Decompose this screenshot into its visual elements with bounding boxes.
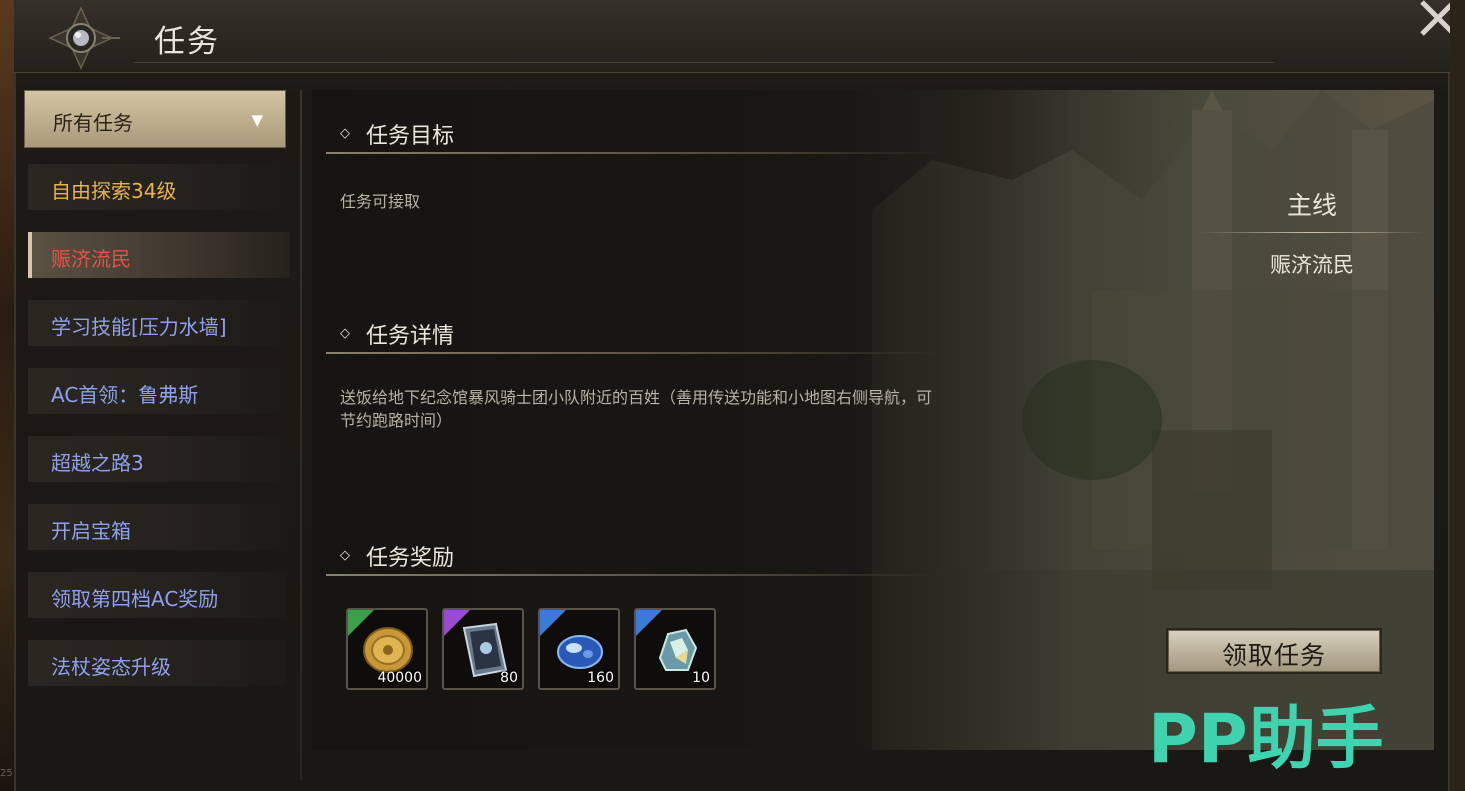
details-title: 任务详情 <box>366 324 455 349</box>
reward-quantity: 80 <box>500 670 518 686</box>
quest-item-label: 法杖姿态升级 <box>51 655 171 679</box>
quest-item-label: 自由探索34级 <box>51 179 177 203</box>
objective-title: 任务目标 <box>366 124 455 149</box>
quest-item-free-explore[interactable]: 自由探索34级 <box>28 164 286 210</box>
quest-item-label: AC首领：鲁弗斯 <box>51 383 199 407</box>
reward-quantity: 160 <box>587 670 614 686</box>
pp-assistant-watermark: PP助手 <box>1148 700 1384 774</box>
section-divider <box>326 352 946 354</box>
section-divider <box>326 574 946 576</box>
details-section-header: ◇ 任务详情 <box>326 314 946 354</box>
sidebar-divider <box>300 90 302 780</box>
accept-quest-button[interactable]: 领取任务 <box>1168 630 1380 672</box>
rewards-title: 任务奖励 <box>366 546 455 571</box>
reward-slot-gold[interactable]: 40000 <box>346 608 428 690</box>
window-title: 任务 <box>154 24 220 60</box>
right-edge-background <box>1450 0 1465 791</box>
quest-item-open-chest[interactable]: 开启宝箱 <box>28 504 286 550</box>
rewards-section-header: ◇ 任务奖励 <box>326 536 946 576</box>
header-divider <box>134 62 1274 63</box>
left-edge-background <box>0 0 14 791</box>
diamond-bullet-icon: ◇ <box>340 326 350 341</box>
quest-filter-label: 所有任务 <box>53 111 133 135</box>
details-text-line: 节约跑路时间） <box>340 411 453 430</box>
objective-text: 任务可接取 <box>340 192 421 211</box>
reward-slot-gem[interactable]: 160 <box>538 608 620 690</box>
questline-info: 主线 赈济流民 <box>1200 186 1424 279</box>
quest-item-label: 赈济流民 <box>51 247 131 271</box>
diamond-bullet-icon: ◇ <box>340 126 350 141</box>
quest-detail-panel: ◇ 任务目标 任务可接取 ◇ 任务详情 送饭给地下纪念馆暴风骑士团小队附近的百姓… <box>312 90 1434 750</box>
quest-item-label: 学习技能[压力水墙] <box>51 315 227 339</box>
reward-quantity: 10 <box>692 670 710 686</box>
quest-item-label: 超越之路3 <box>51 451 144 475</box>
reward-slot-scroll[interactable]: 80 <box>442 608 524 690</box>
quest-item-staff-upgrade[interactable]: 法杖姿态升级 <box>28 640 286 686</box>
quest-item-learn-skill[interactable]: 学习技能[压力水墙] <box>28 300 286 346</box>
questline-divider <box>1200 232 1424 233</box>
details-text: 送饭给地下纪念馆暴风骑士团小队附近的百姓（善用传送功能和小地图右侧导航，可 节约… <box>340 386 932 432</box>
questline-name: 赈济流民 <box>1270 253 1354 277</box>
quest-list-sidebar: 所有任务 ▼ 自由探索34级 赈济流民 学习技能[压力水墙] AC首领：鲁弗斯 … <box>24 90 290 780</box>
section-divider <box>326 152 946 154</box>
watermark-text: PP助手 <box>1148 700 1384 774</box>
corner-number: 25 <box>0 768 13 779</box>
emblem-icon <box>48 6 120 70</box>
quest-item-label: 领取第四档AC奖励 <box>51 587 219 611</box>
questline-type: 主线 <box>1286 191 1337 220</box>
window-header: 任务 <box>14 0 1450 73</box>
reward-slot-crystal[interactable]: 10 <box>634 608 716 690</box>
diamond-bullet-icon: ◇ <box>340 548 350 563</box>
objective-section-header: ◇ 任务目标 <box>326 114 946 154</box>
quest-item-label: 开启宝箱 <box>51 519 131 543</box>
details-text-line: 送饭给地下纪念馆暴风骑士团小队附近的百姓（善用传送功能和小地图右侧导航，可 <box>340 388 933 407</box>
quest-item-ac-boss[interactable]: AC首领：鲁弗斯 <box>28 368 286 414</box>
quest-item-ac-reward[interactable]: 领取第四档AC奖励 <box>28 572 286 618</box>
dropdown-arrow-icon: ▼ <box>251 111 263 129</box>
quest-filter-dropdown[interactable]: 所有任务 ▼ <box>24 90 286 148</box>
quest-item-relief[interactable]: 赈济流民 <box>28 232 290 278</box>
quest-item-transcend-road[interactable]: 超越之路3 <box>28 436 286 482</box>
reward-quantity: 40000 <box>377 670 422 686</box>
accept-quest-label: 领取任务 <box>1221 641 1326 670</box>
